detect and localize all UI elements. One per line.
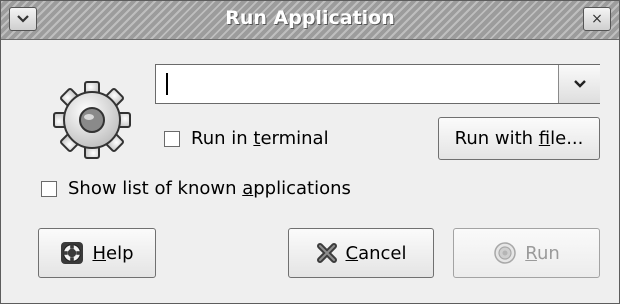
run-application-dialog: Run Application × Run in terminal Run wi… (0, 0, 620, 304)
run-button[interactable]: Run (453, 228, 600, 278)
window-title: Run Application (225, 7, 395, 29)
run-icon (493, 241, 517, 265)
cancel-button[interactable]: Cancel (288, 228, 434, 278)
text-cursor (166, 73, 168, 95)
lifebuoy-icon (60, 241, 84, 265)
run-in-terminal-label: Run in terminal (191, 128, 329, 149)
show-known-applications-option[interactable]: Show list of known applications (41, 178, 351, 199)
title-bar[interactable]: Run Application × (1, 1, 619, 40)
chevron-down-icon (573, 80, 586, 88)
run-button-label: Run (525, 242, 560, 264)
help-button-label: Help (92, 242, 134, 264)
run-in-terminal-checkbox[interactable] (164, 130, 180, 147)
show-known-applications-label: Show list of known applications (68, 178, 351, 199)
gear-icon (53, 81, 131, 159)
close-icon: × (591, 11, 603, 27)
run-with-file-button[interactable]: Run with file... (438, 117, 600, 160)
command-input[interactable] (156, 65, 558, 103)
command-combobox[interactable] (155, 64, 600, 104)
command-history-dropdown-button[interactable] (558, 65, 600, 103)
cancel-x-icon (316, 242, 338, 264)
run-with-file-label: Run with file... (454, 128, 584, 149)
show-known-applications-checkbox[interactable] (41, 180, 57, 197)
run-in-terminal-option[interactable]: Run in terminal (164, 128, 329, 149)
help-button[interactable]: Help (38, 228, 156, 278)
close-button[interactable]: × (583, 7, 611, 31)
cancel-button-label: Cancel (345, 242, 407, 264)
